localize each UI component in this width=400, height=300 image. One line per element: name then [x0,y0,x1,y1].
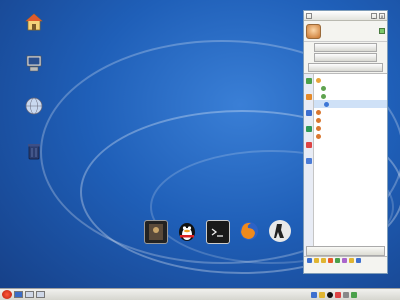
tray-icon[interactable] [335,291,341,298]
qq-side-icon[interactable] [305,94,312,100]
network-icon[interactable] [351,291,357,298]
dock-item-firefox[interactable] [236,220,262,243]
qq-bottom-bar [304,244,387,273]
desktop-icon-computer[interactable] [14,53,54,75]
qq-user-info [304,21,387,42]
list-item[interactable] [314,76,387,84]
network-globe-icon [24,96,44,116]
contact-icon [321,85,326,91]
qq-side-icon[interactable] [305,158,312,164]
contact-icon [316,133,321,139]
home-folder-icon [24,12,44,32]
counter-strike-icon [269,220,291,242]
qq-contact-list [314,74,387,256]
qq-tool-icon[interactable] [356,258,361,263]
contact-icon [316,109,321,115]
workspace-switcher-2[interactable] [25,291,34,298]
qq-side-toolbar [304,74,314,256]
desktop-icon-home[interactable] [14,12,54,34]
trash-icon [24,141,44,161]
list-item[interactable] [314,84,387,92]
qq-side-icon[interactable] [305,126,312,132]
qq-tool-icon[interactable] [335,258,340,263]
contact-icon [316,117,321,123]
terminal-icon [206,220,230,244]
computer-icon [24,53,44,73]
qq-side-icon[interactable] [305,142,312,148]
qq-button-2[interactable] [314,53,377,62]
close-button[interactable]: x [379,12,385,19]
qq-buddy-window: _ x [303,10,388,274]
workspace-switcher-3[interactable] [36,291,45,298]
qq-title-bar[interactable]: _ x [304,11,387,21]
tray-icon[interactable] [319,291,325,298]
launcher-icon [144,220,168,244]
list-item[interactable] [314,92,387,100]
workspace-switcher-1[interactable] [14,291,23,298]
qq-app-icon [306,12,312,19]
qq-tool-icon[interactable] [314,258,319,263]
dock-item-terminal[interactable] [205,220,231,245]
system-tray [311,291,400,298]
desktop-icon-network[interactable] [14,96,54,118]
list-item[interactable] [314,124,387,132]
taskbar [0,288,400,300]
desktop-icon-trash[interactable] [14,141,54,163]
qq-side-icon[interactable] [305,110,312,116]
qq-tray-icon[interactable] [327,291,333,298]
qq-tool-icon[interactable] [328,258,333,263]
dock-item-qq[interactable] [174,220,200,243]
qq-main-menu-button[interactable] [306,246,385,256]
list-item[interactable] [314,132,387,140]
start-menu-button[interactable] [2,290,12,299]
tray-icon[interactable] [311,291,317,298]
qq-penguin-icon [176,220,198,242]
dock-item-launcher[interactable] [143,220,169,245]
qq-button-3[interactable] [308,63,383,72]
qq-tool-icon[interactable] [307,258,312,263]
status-icon[interactable] [379,28,385,34]
firefox-icon [238,220,260,242]
list-item[interactable] [314,100,387,108]
qq-tool-icon[interactable] [349,258,354,263]
qq-contact-area [304,73,387,257]
qq-tool-icon[interactable] [342,258,347,263]
qq-side-icon[interactable] [305,78,312,84]
contact-icon [316,77,321,83]
volume-icon[interactable] [343,291,349,298]
dock-item-counter-strike[interactable] [267,220,293,243]
list-item[interactable] [314,108,387,116]
contact-icon [324,101,329,107]
qq-button-1[interactable] [314,43,377,52]
qq-tool-row [304,257,387,264]
list-item[interactable] [314,116,387,124]
qq-tool-icon[interactable] [321,258,326,263]
minimize-button[interactable]: _ [371,12,377,19]
contact-icon [316,125,321,131]
contact-icon [321,93,326,99]
avatar[interactable] [306,23,321,39]
